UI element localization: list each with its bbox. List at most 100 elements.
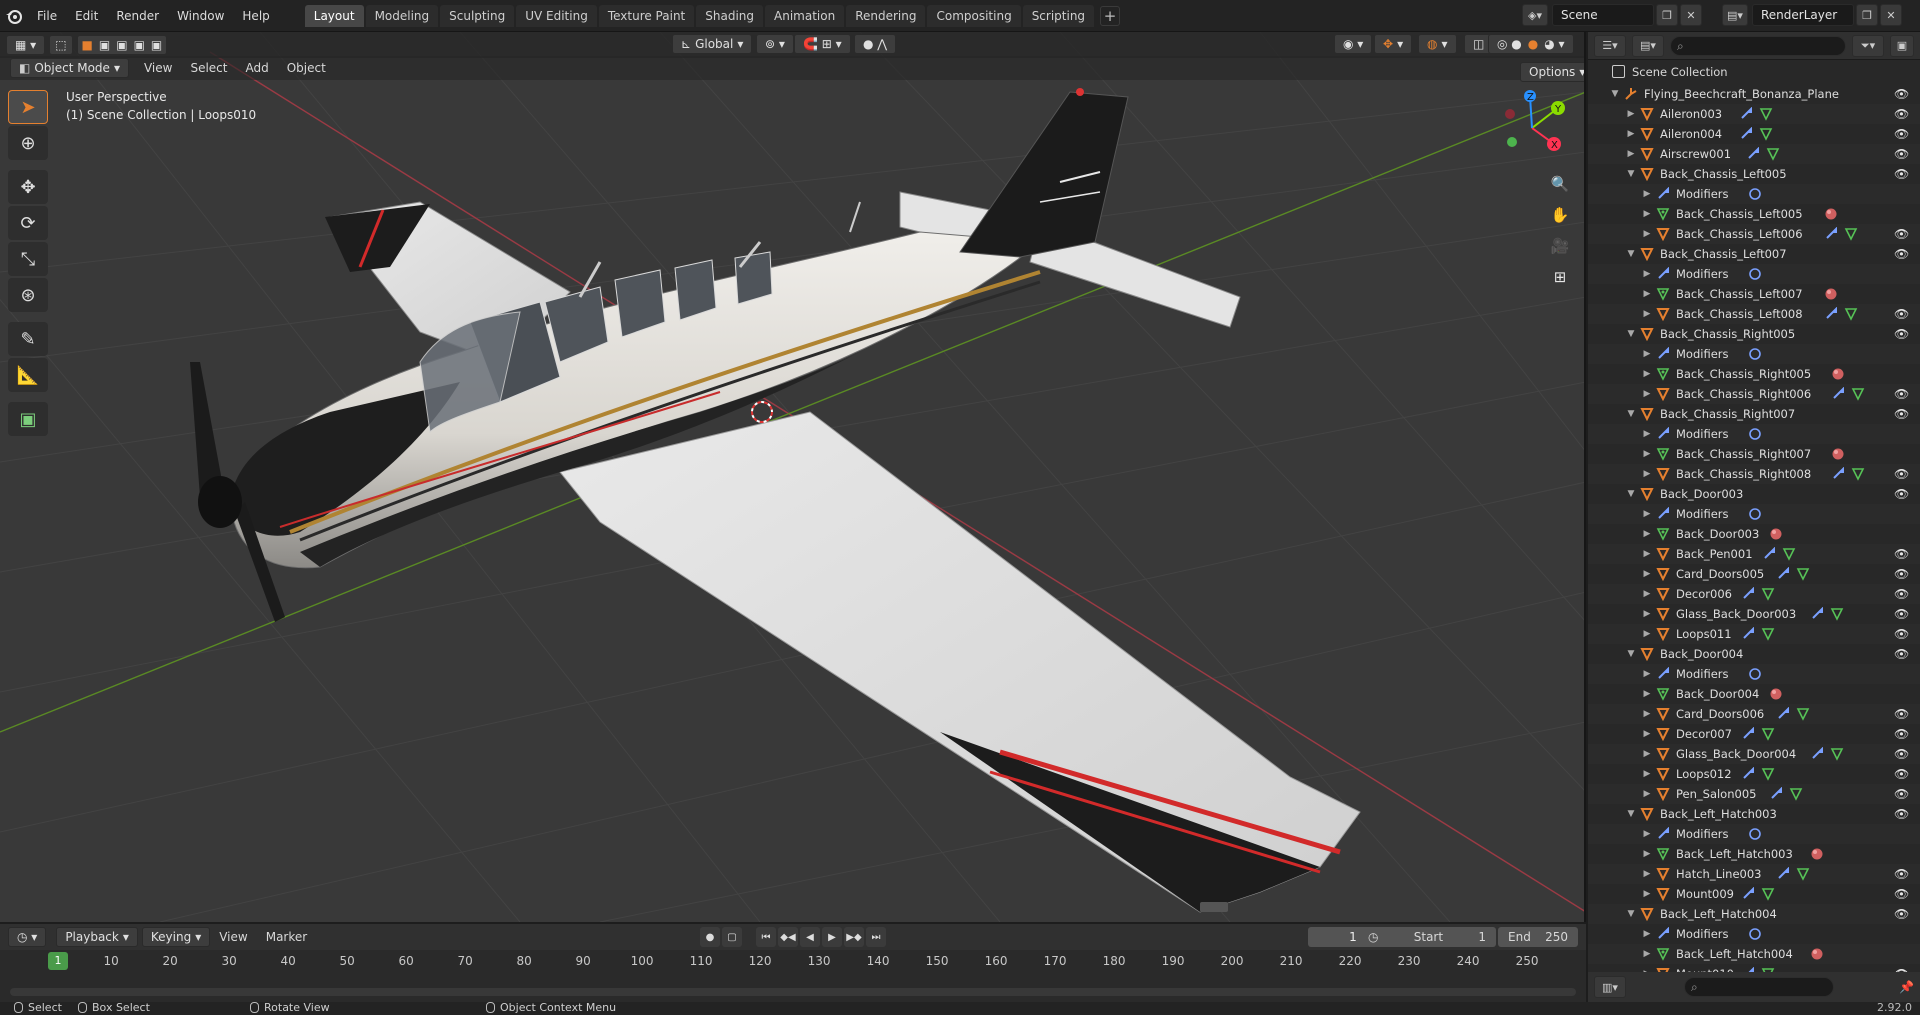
menu-add[interactable]: Add: [236, 61, 277, 75]
modifier-wrench-icon[interactable]: [1810, 606, 1824, 621]
mesh-data-icon[interactable]: [1761, 727, 1775, 741]
modifier-circle-icon[interactable]: [1748, 267, 1762, 281]
menu-view[interactable]: View: [135, 61, 181, 75]
add-workspace-button[interactable]: +: [1100, 5, 1121, 26]
move-tool[interactable]: ✥: [8, 170, 48, 204]
mesh-data-icon[interactable]: [1851, 387, 1865, 401]
collapsed-arrow-icon[interactable]: ▶: [1642, 224, 1652, 244]
modifier-wrench-icon[interactable]: [1741, 626, 1755, 641]
collapsed-arrow-icon[interactable]: ▶: [1642, 264, 1652, 284]
collapsed-arrow-icon[interactable]: ▶: [1642, 844, 1652, 864]
visibility-eye-icon[interactable]: 👁: [1894, 584, 1909, 604]
expanded-arrow-icon[interactable]: ▼: [1626, 804, 1636, 824]
outliner-row[interactable]: ▶ Loops012 👁: [1588, 764, 1920, 784]
modifier-wrench-icon[interactable]: [1762, 546, 1776, 561]
outliner-row[interactable]: ▶ Pen_Salon005 👁: [1588, 784, 1920, 804]
playback-dropdown[interactable]: Playback ▾: [56, 927, 138, 947]
mesh-data-icon[interactable]: [1851, 467, 1865, 481]
visibility-eye-icon[interactable]: 👁: [1894, 884, 1909, 904]
transform-tool[interactable]: ⊛: [8, 278, 48, 312]
collapsed-arrow-icon[interactable]: ▶: [1642, 344, 1652, 364]
menu-help[interactable]: Help: [233, 0, 278, 32]
modifier-wrench-icon[interactable]: [1769, 786, 1783, 801]
outliner-row[interactable]: ▶ Back_Chassis_Left008 👁: [1588, 304, 1920, 324]
add-cube-tool[interactable]: ▣: [8, 402, 48, 436]
tab-rendering[interactable]: Rendering: [846, 4, 926, 27]
properties-editor-icon[interactable]: ▥▾: [1594, 976, 1626, 998]
collapsed-arrow-icon[interactable]: ▶: [1642, 184, 1652, 204]
outliner-row[interactable]: ▶ Glass_Back_Door003 👁: [1588, 604, 1920, 624]
keying-dropdown[interactable]: Keying ▾: [141, 927, 211, 947]
scale-tool[interactable]: ⤡: [8, 242, 48, 276]
visibility-eye-icon[interactable]: 👁: [1894, 544, 1909, 564]
visibility-eye-icon[interactable]: 👁: [1894, 464, 1909, 484]
mesh-data-icon[interactable]: [1761, 767, 1775, 781]
visibility-eye-icon[interactable]: 👁: [1894, 84, 1909, 104]
mesh-data-icon[interactable]: [1766, 147, 1780, 161]
navigation-gizmo[interactable]: Y X Z: [1494, 90, 1570, 166]
frame-ruler[interactable]: 1102030405060708090100110120130140150160…: [0, 950, 1586, 986]
expanded-arrow-icon[interactable]: ▼: [1626, 404, 1636, 424]
collapsed-arrow-icon[interactable]: ▶: [1642, 424, 1652, 444]
modifier-wrench-icon[interactable]: [1831, 386, 1845, 401]
timeline-editor-type-icon[interactable]: ◷ ▾: [8, 927, 47, 947]
outliner-row[interactable]: ▶ Modifiers: [1588, 184, 1920, 204]
collapsed-arrow-icon[interactable]: ▶: [1642, 584, 1652, 604]
tab-layout[interactable]: Layout: [304, 4, 364, 27]
outliner-row[interactable]: ▶ Modifiers: [1588, 664, 1920, 684]
outliner-row[interactable]: ▶ Back_Door003: [1588, 524, 1920, 544]
visibility-eye-icon[interactable]: 👁: [1894, 624, 1909, 644]
expanded-arrow-icon[interactable]: ▼: [1626, 324, 1636, 344]
rotate-tool[interactable]: ⟳: [8, 206, 48, 240]
material-icon[interactable]: [1824, 207, 1838, 221]
collapsed-arrow-icon[interactable]: ▶: [1642, 824, 1652, 844]
outliner-row[interactable]: ▼ Back_Door003 👁: [1588, 484, 1920, 504]
playhead[interactable]: 1: [48, 952, 68, 970]
expanded-arrow-icon[interactable]: ▼: [1626, 644, 1636, 664]
properties-search-input[interactable]: ⌕: [1684, 977, 1834, 997]
outliner-row[interactable]: ▼ Back_Left_Hatch004 👁: [1588, 904, 1920, 924]
outliner-row[interactable]: ▶ Decor006 👁: [1588, 584, 1920, 604]
cursor-tool[interactable]: ⊕: [8, 126, 48, 160]
overlay-toggle[interactable]: ◍ ▾: [1418, 34, 1457, 54]
outliner-row[interactable]: ▶ Card_Doors006 👁: [1588, 704, 1920, 724]
outliner-row[interactable]: ▶ Aileron003 👁: [1588, 104, 1920, 124]
copy-scene-icon[interactable]: ❐: [1656, 4, 1678, 26]
proportional-edit-button[interactable]: ● ⋀: [854, 34, 897, 54]
outliner-row[interactable]: ▶ Modifiers: [1588, 344, 1920, 364]
shading-modes[interactable]: ◎ ● ● ◕ ▾: [1488, 34, 1574, 54]
mesh-data-icon[interactable]: [1796, 707, 1810, 721]
expanded-arrow-icon[interactable]: ▼: [1626, 484, 1636, 504]
copy-layer-icon[interactable]: ❐: [1856, 4, 1878, 26]
visibility-eye-icon[interactable]: 👁: [1894, 104, 1909, 124]
mesh-data-icon[interactable]: [1796, 567, 1810, 581]
modifier-circle-icon[interactable]: [1748, 667, 1762, 681]
collapsed-arrow-icon[interactable]: ▶: [1626, 124, 1636, 144]
outliner-row[interactable]: ▶ Modifiers: [1588, 824, 1920, 844]
collapsed-arrow-icon[interactable]: ▶: [1642, 544, 1652, 564]
visibility-eye-icon[interactable]: 👁: [1894, 384, 1909, 404]
pin-icon[interactable]: 📌: [1899, 980, 1914, 994]
jump-end-icon[interactable]: ⏭: [866, 927, 886, 947]
record-icon[interactable]: ●: [700, 927, 720, 947]
zoom-icon[interactable]: 🔍: [1546, 170, 1574, 198]
modifier-wrench-icon[interactable]: [1741, 726, 1755, 741]
collapsed-arrow-icon[interactable]: ▶: [1642, 684, 1652, 704]
collapsed-arrow-icon[interactable]: ▶: [1642, 504, 1652, 524]
collapsed-arrow-icon[interactable]: ▶: [1642, 604, 1652, 624]
outliner-row[interactable]: ▶ Back_Chassis_Right008 👁: [1588, 464, 1920, 484]
outliner-row[interactable]: ▶ Mount009 👁: [1588, 884, 1920, 904]
object-mode-dropdown[interactable]: ◧ Object Mode ▾: [10, 58, 129, 78]
outliner-row[interactable]: ▶ Back_Chassis_Right007: [1588, 444, 1920, 464]
menu-render[interactable]: Render: [107, 0, 168, 32]
visibility-eye-icon[interactable]: 👁: [1894, 864, 1909, 884]
visibility-eye-icon[interactable]: 👁: [1894, 224, 1909, 244]
mesh-data-icon[interactable]: [1782, 547, 1796, 561]
visibility-eye-icon[interactable]: 👁: [1894, 784, 1909, 804]
timeline-scrollbar[interactable]: [10, 988, 1576, 996]
expanded-arrow-icon[interactable]: ▼: [1626, 244, 1636, 264]
outliner-row[interactable]: ▶ Back_Chassis_Right006 👁: [1588, 384, 1920, 404]
outliner-row[interactable]: ▶ Aileron004 👁: [1588, 124, 1920, 144]
outliner-row[interactable]: ▶ Modifiers: [1588, 504, 1920, 524]
select-box-tool[interactable]: ➤: [8, 90, 48, 124]
